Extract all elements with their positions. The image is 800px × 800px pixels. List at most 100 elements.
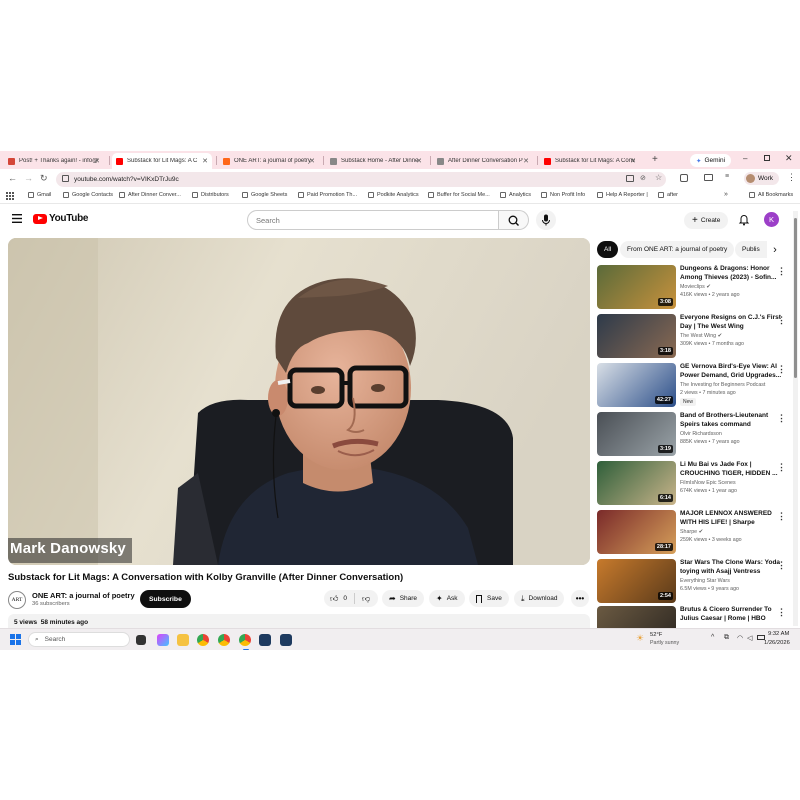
- forward-icon[interactable]: →: [24, 173, 33, 183]
- recommended-video[interactable]: 42:27 GE Vernova Bird's-Eye View: AI Powe…: [597, 363, 797, 409]
- recommended-title[interactable]: Brutus & Cicero Surrender To Julius Caes…: [680, 606, 788, 623]
- video-thumbnail[interactable]: 6:14: [597, 461, 676, 505]
- video-thumbnail[interactable]: 2:54: [597, 559, 676, 603]
- save-button[interactable]: Save: [469, 590, 509, 607]
- task-view-icon[interactable]: [136, 635, 146, 645]
- recommended-title[interactable]: Band of Brothers-Lieutenant Speirs takes…: [680, 412, 788, 429]
- eye-off-icon[interactable]: ⊘: [640, 174, 646, 182]
- chrome-active-icon[interactable]: [239, 634, 251, 646]
- recommended-title[interactable]: GE Vernova Bird's-Eye View: AI Power Dem…: [680, 363, 788, 380]
- browser-tab[interactable]: Substack Home - After Dinne ✕: [326, 153, 426, 169]
- bookmark-item[interactable]: Help A Reporter |: [597, 192, 648, 198]
- file-explorer-icon[interactable]: [177, 634, 189, 646]
- recommended-video[interactable]: 2:54 Star Wars The Clone Wars: Yoda toyin…: [597, 559, 797, 605]
- recommended-title[interactable]: Star Wars The Clone Wars: Yoda toying wi…: [680, 559, 788, 576]
- youtube-search-input[interactable]: Search: [247, 210, 499, 230]
- recommended-video[interactable]: 3:18 Everyone Resigns on C.J.'s First Day…: [597, 314, 797, 360]
- video-thumbnail[interactable]: 3:08: [597, 265, 676, 309]
- notifications-button[interactable]: [738, 213, 750, 226]
- recommended-video[interactable]: 6:14 Li Mu Bai vs Jade Fox | CROUCHING TI…: [597, 461, 797, 507]
- browser-tab[interactable]: After Dinner Conversation P ✕: [433, 153, 533, 169]
- windows-start-icon[interactable]: [10, 634, 21, 645]
- channel-name[interactable]: ONE ART: a journal of poetry: [32, 591, 135, 600]
- more-options-icon[interactable]: ⋮: [777, 561, 786, 570]
- scrollbar-thumb[interactable]: [794, 218, 797, 378]
- apps-grid-icon[interactable]: [6, 192, 14, 200]
- app-icon-2[interactable]: [280, 634, 292, 646]
- url-bar[interactable]: youtube.com/watch?v=VIKxDTrJu9c: [56, 172, 666, 187]
- close-tab-icon[interactable]: ✕: [309, 157, 315, 165]
- more-options-icon[interactable]: ⋮: [777, 608, 786, 617]
- video-thumbnail[interactable]: 28:17: [597, 510, 676, 554]
- recommended-video[interactable]: 3:08 Dungeons & Dragons: Honor Among Thie…: [597, 265, 797, 311]
- close-window-button[interactable]: ✕: [785, 153, 793, 164]
- ask-button[interactable]: ✦ Ask: [429, 590, 465, 607]
- video-thumbnail[interactable]: 42:27: [597, 363, 676, 407]
- app-icon-1[interactable]: [259, 634, 271, 646]
- bookmark-item[interactable]: after: [658, 192, 678, 198]
- bookmark-item[interactable]: Buffer for Social Me...: [428, 192, 490, 198]
- close-tab-icon[interactable]: ✕: [630, 157, 636, 165]
- bookmark-item[interactable]: Non Profit Info: [541, 192, 585, 198]
- recommended-channel[interactable]: Everything Star Wars: [680, 578, 730, 584]
- more-options-icon[interactable]: ⋮: [777, 463, 786, 472]
- more-actions-button[interactable]: •••: [571, 590, 589, 607]
- extensions-icon[interactable]: [680, 174, 688, 182]
- maximize-button[interactable]: [764, 155, 770, 161]
- dislike-button[interactable]: 👎︎: [362, 594, 370, 604]
- more-options-icon[interactable]: ⋮: [777, 512, 786, 521]
- recommended-channel[interactable]: The West Wing: [680, 333, 716, 339]
- channel-avatar[interactable]: ART: [8, 591, 26, 609]
- site-info-icon[interactable]: [62, 175, 69, 182]
- tab-search-icon[interactable]: [704, 174, 713, 181]
- voice-search-button[interactable]: [536, 210, 556, 230]
- page-scrollbar[interactable]: [793, 211, 798, 626]
- bookmark-item[interactable]: Google Sheets: [242, 192, 287, 198]
- bookmark-item[interactable]: Google Contacts: [63, 192, 113, 198]
- chrome-icon[interactable]: [197, 634, 209, 646]
- recommended-video[interactable]: 3:19 Band of Brothers-Lieutenant Speirs t…: [597, 412, 797, 458]
- recommended-title[interactable]: Dungeons & Dragons: Honor Among Thieves …: [680, 265, 788, 282]
- share-button[interactable]: ➦ Share: [382, 590, 425, 607]
- recommended-channel[interactable]: Olvir Richardsson: [680, 431, 722, 437]
- taskbar-search[interactable]: ⌕ Search: [28, 632, 130, 647]
- close-tab-icon[interactable]: ✕: [523, 157, 529, 165]
- cast-icon[interactable]: [626, 175, 634, 182]
- bookmark-item[interactable]: After Dinner Conver...: [119, 192, 181, 198]
- tray-chevron-icon[interactable]: ^: [711, 634, 714, 641]
- more-options-icon[interactable]: ⋮: [777, 365, 786, 374]
- gemini-button[interactable]: ✦ Gemini: [690, 154, 732, 167]
- profile-button[interactable]: Work: [744, 172, 780, 185]
- video-thumbnail[interactable]: 3:18: [597, 314, 676, 358]
- subscribe-button[interactable]: Subscribe: [140, 590, 191, 608]
- language-icon[interactable]: ⧉: [724, 634, 729, 642]
- star-icon[interactable]: ☆: [655, 173, 662, 182]
- download-button[interactable]: ⤓ Download: [514, 590, 565, 607]
- video-thumbnail[interactable]: 3:19: [597, 412, 676, 456]
- create-button[interactable]: + Create: [684, 212, 729, 229]
- bookmark-item[interactable]: Paid Promotion Th...: [298, 192, 357, 198]
- bookmark-item[interactable]: Distributors: [192, 192, 229, 198]
- reload-icon[interactable]: ↻: [40, 173, 48, 184]
- hamburger-menu-icon[interactable]: [12, 214, 22, 223]
- recommended-title[interactable]: MAJOR LENNOX ANSWERED WITH HIS LIFE! | S…: [680, 510, 788, 527]
- close-tab-icon[interactable]: ✕: [202, 157, 208, 165]
- close-tab-icon[interactable]: ✕: [416, 157, 422, 165]
- more-options-icon[interactable]: ⋮: [777, 267, 786, 276]
- bookmark-item[interactable]: Podkite Analytics: [368, 192, 419, 198]
- more-options-icon[interactable]: ⋮: [777, 414, 786, 423]
- weather-temp[interactable]: 52°F: [650, 632, 662, 638]
- bookmarks-overflow-icon[interactable]: »: [724, 191, 728, 198]
- chip-all[interactable]: All: [597, 241, 619, 258]
- chip-from-channel[interactable]: From ONE ART: a journal of poetry: [620, 241, 735, 258]
- copilot-icon[interactable]: [157, 634, 169, 646]
- video-player[interactable]: Mark Danowsky: [8, 238, 590, 565]
- volume-icon[interactable]: ◁: [747, 634, 752, 642]
- all-bookmarks[interactable]: All Bookmarks: [749, 192, 793, 198]
- minimize-button[interactable]: –: [743, 154, 747, 163]
- new-tab-button[interactable]: +: [652, 154, 658, 165]
- youtube-logo[interactable]: YouTube: [33, 213, 89, 224]
- chrome-profile-icon[interactable]: [218, 634, 230, 646]
- back-icon[interactable]: ←: [8, 173, 17, 183]
- browser-tab[interactable]: Substack for Lit Mags: A Conv ✕: [540, 153, 640, 169]
